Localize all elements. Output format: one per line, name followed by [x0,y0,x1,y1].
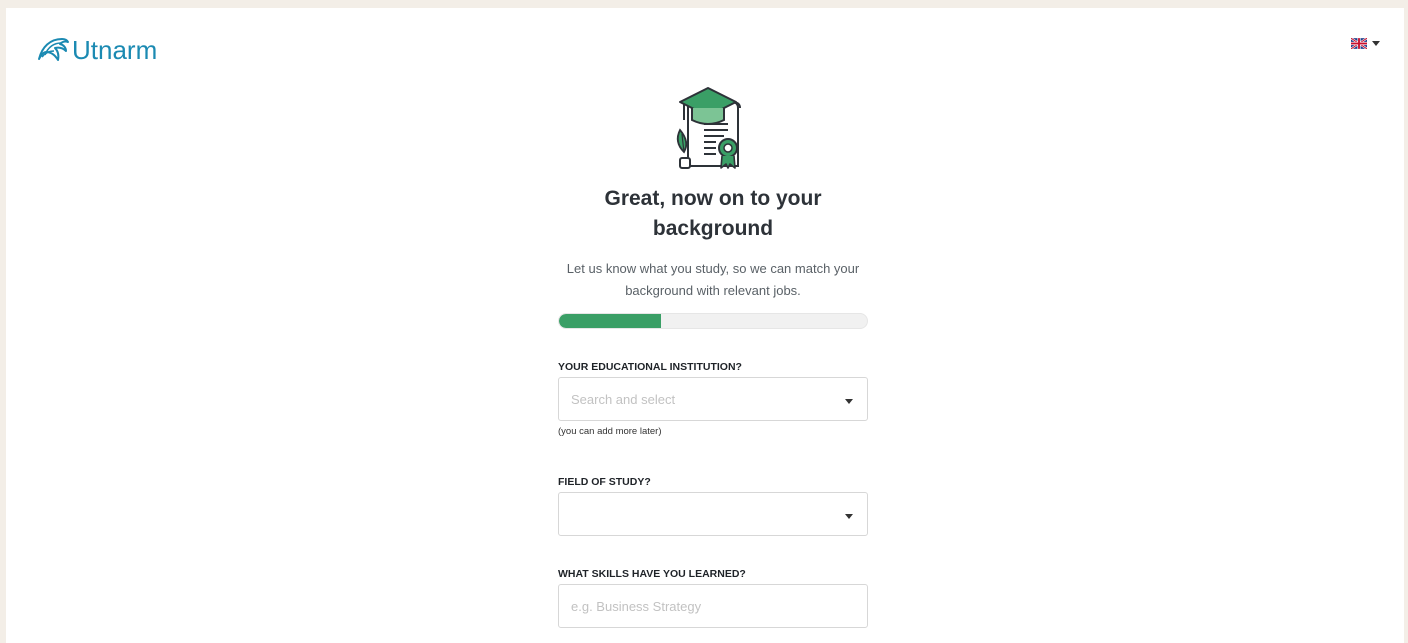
onboarding-card: Utnarm Great, now on to your background … [6,8,1404,643]
page-subtitle: Let us know what you study, so we can ma… [566,261,860,298]
institution-select[interactable]: Search and select [558,377,868,421]
institution-helper-text: (you can add more later) [558,426,662,437]
chevron-down-icon [1372,41,1380,46]
institution-label: YOUR EDUCATIONAL INSTITUTION? [558,361,742,373]
field-of-study-select[interactable] [558,492,868,536]
skills-label: WHAT SKILLS HAVE YOU LEARNED? [558,568,746,580]
brand-logo[interactable]: Utnarm [36,30,157,70]
institution-placeholder: Search and select [571,391,676,407]
progress-fill [559,314,661,328]
language-selector[interactable] [1351,38,1380,49]
skills-input[interactable] [558,584,868,628]
page: Utnarm Great, now on to your background … [0,0,1408,643]
top-strip [0,0,1408,8]
field-of-study-label: FIELD OF STUDY? [558,476,651,488]
page-title: Great, now on to your background [604,187,822,240]
bird-logo-icon [38,38,69,61]
chevron-down-icon [845,398,853,404]
uk-flag-icon [1351,38,1367,49]
diploma-graduation-icon [676,87,741,169]
brand-name: Utnarm [72,35,158,65]
chevron-down-icon [845,513,853,519]
onboarding-progress-bar [558,313,868,329]
